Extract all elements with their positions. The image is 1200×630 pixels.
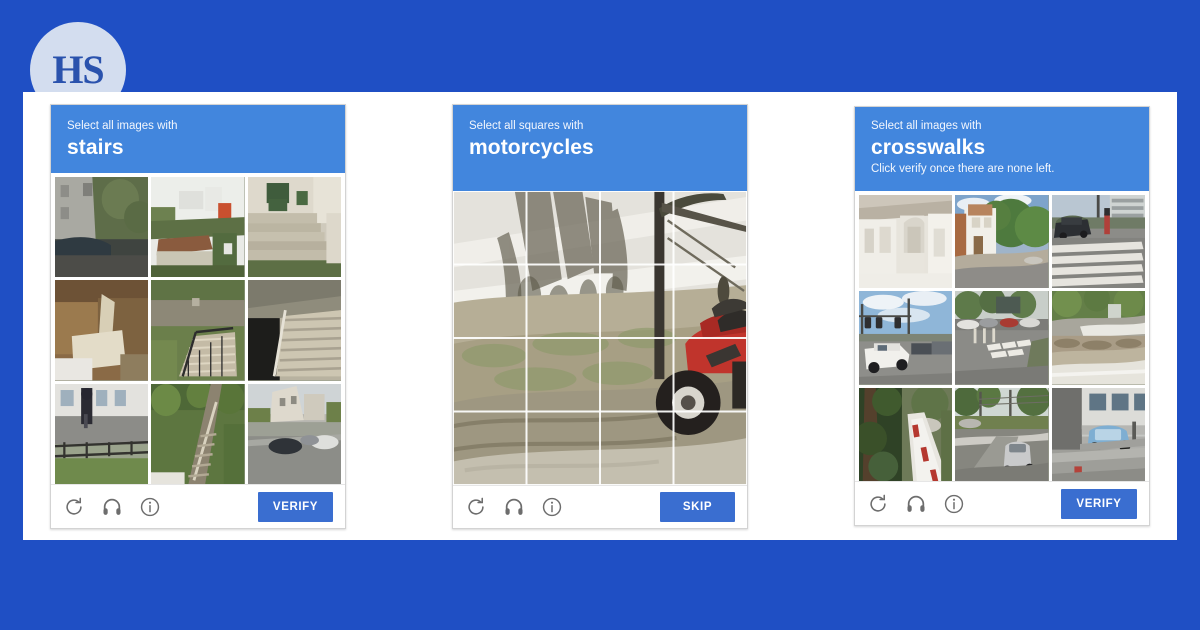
info-icon[interactable] (139, 496, 161, 518)
audio-icon[interactable] (101, 496, 123, 518)
captcha-image-grid[interactable] (859, 194, 1145, 482)
captcha-panel-row: Select all images with stairs VERIFY Sel… (23, 92, 1177, 540)
captcha-tile[interactable] (1051, 194, 1145, 289)
captcha-tile[interactable] (1051, 291, 1145, 385)
captcha-tile[interactable] (55, 383, 149, 484)
captcha-widget-motorcycles[interactable]: Select all squares with motorcycles SKIP (452, 104, 748, 529)
captcha-footer: VERIFY (855, 481, 1149, 525)
captcha-tools (63, 496, 161, 518)
captcha-grid-wrap (855, 191, 1149, 482)
captcha-image-grid[interactable] (55, 177, 341, 484)
captcha-header-crosswalks: Select all images with crosswalks Click … (855, 107, 1149, 191)
captcha-tile[interactable] (247, 280, 341, 381)
captcha-tile[interactable] (247, 383, 341, 484)
refresh-icon[interactable] (465, 496, 487, 518)
hs-logo-text: HS (52, 47, 104, 92)
captcha-grid-wrap (51, 173, 345, 484)
captcha-tile[interactable] (859, 194, 953, 289)
captcha-photo-grid[interactable] (453, 191, 747, 486)
audio-icon[interactable] (905, 493, 927, 515)
captcha-tile[interactable] (247, 177, 341, 278)
info-icon[interactable] (943, 493, 965, 515)
audio-icon[interactable] (503, 496, 525, 518)
captcha-hint: Click verify once there are none left. (871, 163, 1055, 175)
refresh-icon[interactable] (63, 496, 85, 518)
verify-button[interactable]: VERIFY (1061, 488, 1137, 519)
captcha-tile[interactable] (955, 387, 1049, 482)
captcha-tile[interactable] (55, 177, 149, 278)
captcha-target-label: motorcycles (469, 136, 594, 159)
captcha-tile[interactable] (151, 383, 245, 484)
captcha-footer: SKIP (453, 485, 747, 528)
captcha-prompt: Select all images with (67, 120, 178, 132)
captcha-header-motorcycles: Select all squares with motorcycles (453, 105, 747, 192)
captcha-grid-wrap (453, 191, 747, 486)
info-icon[interactable] (541, 496, 563, 518)
refresh-icon[interactable] (867, 493, 889, 515)
captcha-prompt: Select all images with (871, 120, 982, 132)
captcha-footer: VERIFY (51, 484, 345, 528)
content-stage: Select all images with stairs VERIFY Sel… (23, 92, 1177, 540)
skip-button[interactable]: SKIP (660, 492, 735, 523)
captcha-tools (465, 496, 563, 518)
captcha-target-label: stairs (67, 136, 124, 159)
captcha-tile[interactable] (859, 291, 953, 385)
verify-button[interactable]: VERIFY (258, 491, 333, 522)
captcha-tile[interactable] (151, 280, 245, 381)
captcha-tile[interactable] (955, 291, 1049, 385)
captcha-tile[interactable] (1051, 387, 1145, 482)
captcha-widget-stairs[interactable]: Select all images with stairs VERIFY (50, 104, 346, 529)
captcha-tile[interactable] (151, 177, 245, 278)
captcha-header-stairs: Select all images with stairs (51, 105, 345, 173)
captcha-tile[interactable] (55, 280, 149, 381)
captcha-tile[interactable] (859, 387, 953, 482)
captcha-tools (867, 493, 965, 515)
captcha-widget-crosswalks[interactable]: Select all images with crosswalks Click … (854, 106, 1150, 526)
captcha-target-label: crosswalks (871, 136, 986, 159)
captcha-prompt: Select all squares with (469, 120, 584, 132)
captcha-tile[interactable] (955, 194, 1049, 289)
